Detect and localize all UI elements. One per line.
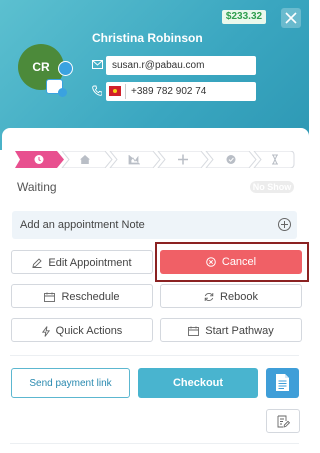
- cancel-button[interactable]: Cancel: [160, 250, 302, 274]
- lightning-icon: [41, 325, 50, 337]
- rebook-label: Rebook: [220, 291, 258, 303]
- balance-badge: $233.32: [222, 10, 266, 24]
- document-button[interactable]: [266, 368, 299, 398]
- step-add[interactable]: [157, 151, 209, 168]
- step-timer[interactable]: [253, 151, 295, 168]
- step-waiting[interactable]: [15, 151, 64, 168]
- close-icon: [285, 12, 297, 24]
- calendar-pathway-icon: [188, 326, 200, 337]
- start-pathway-label: Start Pathway: [205, 325, 274, 337]
- appointment-note-input[interactable]: Add an appointment Note: [12, 211, 297, 239]
- email-field[interactable]: susan.r@pabau.com: [106, 56, 256, 75]
- diamond-badge-icon: [58, 61, 73, 76]
- calendar-icon: [44, 292, 56, 303]
- phone-number: +389 782 902 74: [131, 86, 207, 97]
- macedonia-flag-icon: [109, 86, 121, 96]
- checkout-button[interactable]: Checkout: [138, 368, 258, 398]
- close-button[interactable]: [281, 8, 301, 28]
- edit-icon: [32, 258, 43, 269]
- status-stepper: [15, 151, 295, 168]
- check-circle-icon: [226, 155, 236, 164]
- reschedule-label: Reschedule: [61, 291, 120, 303]
- phone-icon: [92, 85, 102, 96]
- step-complete[interactable]: [205, 151, 257, 168]
- edit-notes-button[interactable]: [266, 409, 300, 433]
- mail-icon: [92, 60, 103, 69]
- phone-field[interactable]: +389 782 902 74: [106, 82, 256, 101]
- send-payment-link-button[interactable]: Send payment link: [11, 368, 130, 398]
- notes-edit-icon: [277, 415, 290, 428]
- edit-appointment-button[interactable]: Edit Appointment: [11, 250, 153, 274]
- no-show-toggle[interactable]: No Show: [250, 181, 294, 193]
- status-dot-icon: [58, 88, 67, 97]
- quick-actions-label: Quick Actions: [55, 325, 123, 337]
- cancel-circle-icon: [206, 257, 216, 267]
- client-name[interactable]: Christina Robinson: [92, 31, 203, 45]
- add-note-plus-icon[interactable]: [278, 218, 291, 231]
- reschedule-button[interactable]: Reschedule: [11, 284, 153, 308]
- quick-actions-button[interactable]: Quick Actions: [11, 318, 153, 342]
- bottom-divider: [10, 443, 299, 444]
- clock-icon: [34, 155, 44, 164]
- appointment-status: Waiting: [17, 180, 57, 194]
- start-pathway-button[interactable]: Start Pathway: [160, 318, 302, 342]
- edit-appointment-label: Edit Appointment: [48, 257, 132, 269]
- rebook-button[interactable]: Rebook: [160, 284, 302, 308]
- section-divider: [10, 355, 299, 356]
- step-arrived[interactable]: [61, 151, 113, 168]
- document-icon: [276, 374, 289, 391]
- phone-divider: [125, 84, 126, 99]
- refresh-icon: [204, 293, 214, 302]
- cancel-label: Cancel: [221, 256, 257, 268]
- step-in-consultation[interactable]: [109, 151, 161, 168]
